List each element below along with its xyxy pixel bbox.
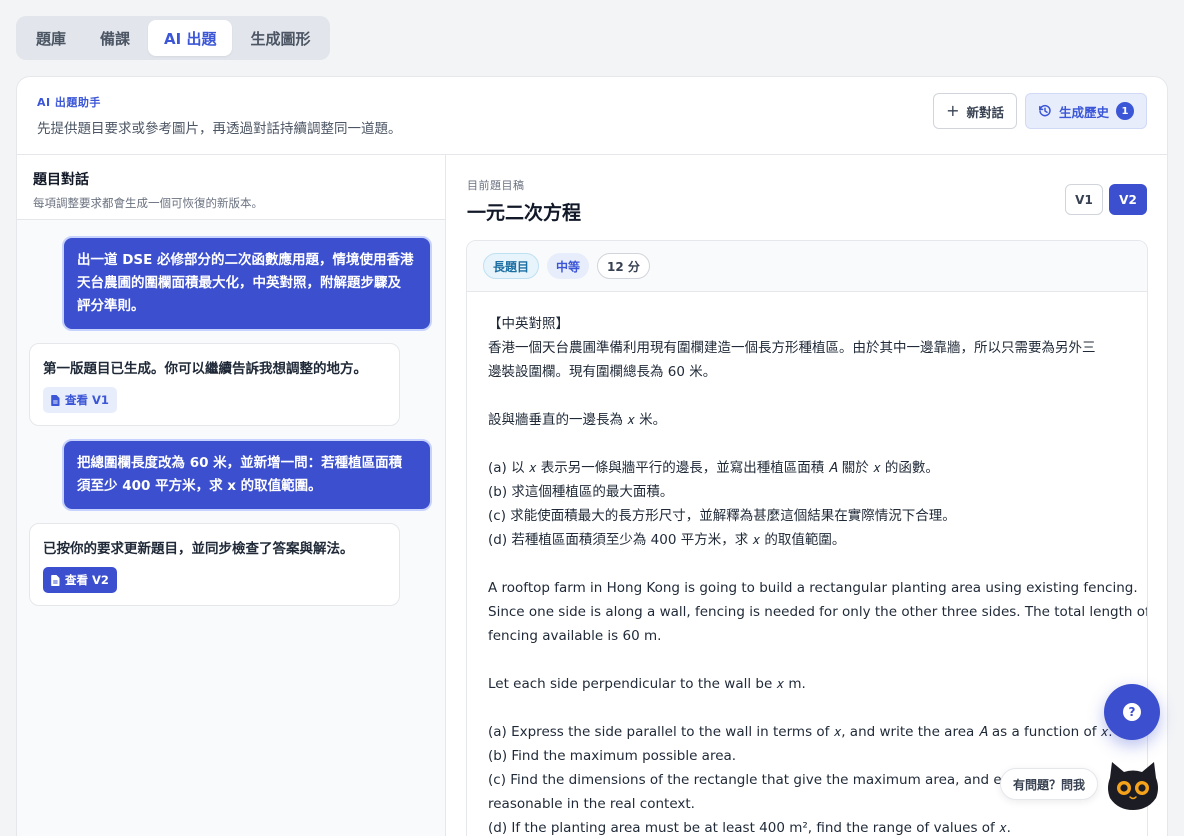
help-question-icon: ?: [1123, 703, 1141, 721]
message-line: 評分準則。: [77, 298, 145, 314]
question-line: fencing available is 60 m.: [488, 628, 662, 644]
card-header: AI 出題助手 先提供題目要求或參考圖片，再透過對話持續調整同一道題。 + 新對…: [17, 77, 1167, 155]
draft-title: 一元二次方程: [467, 202, 582, 224]
question-line: A rooftop farm in Hong Kong is going to …: [488, 580, 1138, 596]
message-line: 須至少 400 平方米，求 x 的取值範圍。: [77, 478, 322, 494]
history-icon: [1038, 104, 1052, 118]
assistant-description: 先提供題目要求或參考圖片，再透過對話持續調整同一道題。: [37, 121, 402, 137]
document-icon: [51, 574, 60, 586]
tab-generate-graph[interactable]: 生成圖形: [234, 20, 326, 56]
version-v2-button[interactable]: V2: [1109, 184, 1147, 215]
chat-title: 題目對話: [33, 172, 89, 188]
question-line: (b) Find the maximum possible area.: [488, 748, 737, 764]
main-tabs: 題庫 備課 AI 出題 生成圖形: [16, 16, 331, 60]
ask-me-bubble[interactable]: 有問題？問我: [1000, 768, 1099, 800]
history-label: 生成歷史: [1058, 104, 1109, 120]
help-button[interactable]: ?: [1104, 684, 1160, 740]
assistant-label: AI 出題助手: [37, 96, 101, 109]
draft-panel: 目前題目稿 一元二次方程 V1 V2 長題目 中等 12 分 【中英對照】香港一…: [446, 155, 1167, 836]
question-line: (a) 以 𝑥 表示另一條與牆平行的邊長，並寫出種植區面積 𝐴 關於 𝑥 的函數…: [488, 460, 939, 476]
tab-ai-question[interactable]: AI 出題: [148, 20, 233, 56]
question-line: 【中英對照】: [488, 316, 569, 332]
chat-panel: 題目對話 每項調整要求都會生成一個可恢復的新版本。 出一道 DSE 必修部分的二…: [17, 155, 446, 836]
history-button[interactable]: 生成歷史 1: [1024, 93, 1147, 129]
view-v2-label: 查看 V2: [65, 573, 109, 587]
view-v2-button[interactable]: 查看 V2: [43, 567, 117, 593]
message-line: 出一道 DSE 必修部分的二次函數應用題，情境使用香港: [77, 252, 414, 268]
assistant-message: 已按你的要求更新題目，並同步檢查了答案與解法。 查看 V2: [29, 523, 400, 606]
ai-question-card: AI 出題助手 先提供題目要求或參考圖片，再透過對話持續調整同一道題。 + 新對…: [16, 76, 1168, 836]
tab-question-bank[interactable]: 題庫: [20, 20, 82, 56]
question-line: 邊裝設圍欄。現有圍欄總長為 60 米。: [488, 364, 717, 380]
cat-mascot-icon[interactable]: [1104, 760, 1162, 812]
version-v1-button[interactable]: V1: [1065, 184, 1103, 215]
document-icon: [51, 394, 60, 406]
question-line: Since one side is along a wall, fencing …: [488, 604, 1148, 620]
difficulty-tag: 中等: [547, 253, 590, 279]
marks-tag: 12 分: [597, 253, 650, 279]
question-line: (b) 求這個種植區的最大面積。: [488, 484, 674, 500]
history-count-badge: 1: [1116, 102, 1134, 120]
view-v1-label: 查看 V1: [65, 393, 109, 407]
tab-lesson-prep[interactable]: 備課: [84, 20, 146, 56]
question-type-tag: 長題目: [483, 253, 540, 279]
header-actions: + 新對話 生成歷史 1: [933, 93, 1147, 129]
question-tags: 長題目 中等 12 分: [467, 241, 1147, 292]
user-message: 出一道 DSE 必修部分的二次函數應用題，情境使用香港 天台農圃的圍欄面積最大化…: [62, 236, 432, 331]
assistant-message: 第一版題目已生成。你可以繼續告訴我想調整的地方。 查看 V1: [29, 343, 400, 426]
chat-subtitle: 每項調整要求都會生成一個可恢復的新版本。: [33, 196, 263, 210]
question-line: (d) If the planting area must be at leas…: [488, 820, 1011, 836]
message-text: 已按你的要求更新題目，並同步檢查了答案與解法。: [43, 541, 354, 557]
view-v1-button[interactable]: 查看 V1: [43, 387, 117, 413]
version-switcher: V1 V2: [1065, 184, 1147, 215]
chat-panel-header: 題目對話 每項調整要求都會生成一個可恢復的新版本。: [17, 155, 445, 220]
question-line: 設與牆垂直的一邊長為 𝑥 米。: [488, 412, 667, 428]
message-text: 第一版題目已生成。你可以繼續告訴我想調整的地方。: [43, 361, 367, 377]
question-line: (d) 若種植區面積須至少為 400 平方米，求 𝑥 的取值範圍。: [488, 532, 846, 548]
draft-label: 目前題目稿: [467, 179, 525, 192]
message-line: 天台農圃的圍欄面積最大化，中英對照，附解題步驟及: [77, 275, 401, 291]
question-line: 香港一個天台農圃準備利用現有圍欄建造一個長方形種植區。由於其中一邊靠牆，所以只需…: [488, 340, 1096, 356]
question-line: (a) Express the side parallel to the wal…: [488, 724, 1113, 740]
question-line: Let each side perpendicular to the wall …: [488, 676, 806, 692]
question-body: 【中英對照】香港一個天台農圃準備利用現有圍欄建造一個長方形種植區。由於其中一邊靠…: [467, 292, 1147, 836]
new-chat-label: 新對話: [966, 104, 1004, 120]
question-card: 長題目 中等 12 分 【中英對照】香港一個天台農圃準備利用現有圍欄建造一個長方…: [466, 240, 1148, 836]
question-line: (c) 求能使面積最大的長方形尺寸，並解釋為甚麼這個結果在實際情況下合理。: [488, 508, 956, 524]
plus-icon: +: [946, 101, 960, 120]
user-message: 把總圍欄長度改為 60 米，並新增一問：若種植區面積 須至少 400 平方米，求…: [62, 439, 432, 511]
message-line: 把總圍欄長度改為 60 米，並新增一問：若種植區面積: [77, 455, 403, 471]
new-chat-button[interactable]: + 新對話: [933, 93, 1017, 129]
